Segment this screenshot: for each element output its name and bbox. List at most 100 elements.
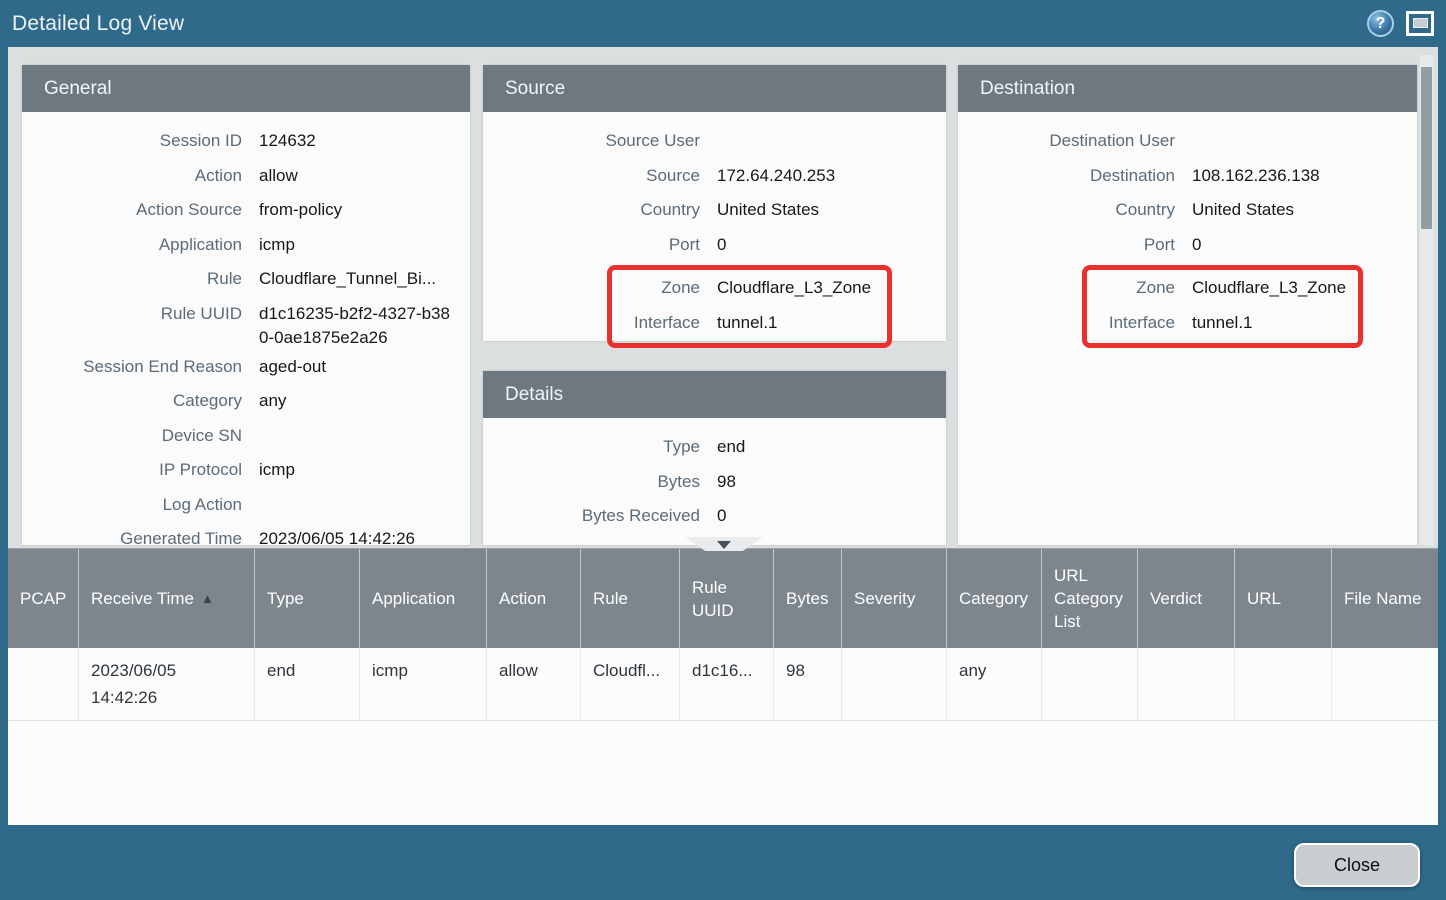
- table-cell: 2023/06/05 14:42:26: [79, 648, 255, 721]
- detailed-log-view-dialog: Detailed Log View ? General Session ID 12…: [0, 0, 1446, 900]
- column-header-label: Action: [499, 587, 546, 610]
- dialog-footer: Close: [0, 825, 1446, 900]
- field-value: Cloudflare_Tunnel_Bi...: [259, 267, 458, 291]
- field-row: Bytes98: [495, 465, 934, 500]
- column-header-category[interactable]: Category: [947, 549, 1042, 648]
- field-label: Interface: [1087, 311, 1175, 335]
- field-row: Destination User: [970, 124, 1405, 159]
- field-value: Cloudflare_L3_Zone: [717, 276, 887, 300]
- column-header-verdict[interactable]: Verdict: [1138, 549, 1235, 648]
- column-header-severity[interactable]: Severity: [842, 549, 947, 648]
- column-header-action[interactable]: Action: [487, 549, 581, 648]
- table-cell: end: [255, 648, 360, 721]
- field-row: Bytes Received 0: [495, 499, 934, 534]
- source-panel-fields: Source User Source 172.64.240.253 CountryUn…: [483, 112, 946, 351]
- source-panel: Source Source UserSource 172.64.240.253Co…: [483, 65, 946, 341]
- field-row: Destination 108.162.236.138: [970, 159, 1405, 194]
- help-icon[interactable]: ?: [1367, 10, 1394, 37]
- field-value: 108.162.236.138: [1192, 164, 1405, 188]
- column-header-file-name[interactable]: File Name: [1332, 549, 1438, 648]
- field-row: Device SN: [34, 419, 458, 454]
- field-row: ZoneCloudflare_L3_Zone: [612, 271, 887, 306]
- field-row: Source 172.64.240.253: [495, 159, 934, 194]
- column-header-url[interactable]: URL: [1235, 549, 1332, 648]
- field-value: icmp: [259, 458, 458, 482]
- field-label: Type: [495, 435, 700, 459]
- destination-panel-fields: Destination User Destination 108.162.236.1…: [958, 112, 1417, 351]
- field-row: Session ID 124632: [34, 124, 458, 159]
- field-row: CountryUnited States: [970, 193, 1405, 228]
- field-value: Cloudflare_L3_Zone: [1192, 276, 1358, 300]
- field-label: Device SN: [34, 424, 242, 448]
- field-row: Action Sourcefrom-policy: [34, 193, 458, 228]
- general-panel-header: General: [22, 65, 470, 112]
- field-row: IP Protocolicmp: [34, 453, 458, 488]
- field-row: Interface tunnel.1: [1087, 306, 1358, 341]
- column-header-application[interactable]: Application: [360, 549, 487, 648]
- column-header-pcap[interactable]: PCAP: [8, 549, 79, 648]
- field-row: Source User: [495, 124, 934, 159]
- table-cell: 98: [774, 648, 842, 721]
- field-value: 172.64.240.253: [717, 164, 934, 188]
- table-cell: icmp: [360, 648, 487, 721]
- sort-ascending-icon: ▲: [201, 587, 214, 610]
- titlebar-icons: ?: [1367, 10, 1434, 37]
- close-button[interactable]: Close: [1294, 843, 1420, 887]
- field-label: Source: [495, 164, 700, 188]
- field-row: Rule Cloudflare_Tunnel_Bi...: [34, 262, 458, 297]
- maximize-icon[interactable]: [1406, 11, 1434, 36]
- field-value: aged-out: [259, 355, 458, 379]
- table-row[interactable]: 2023/06/05 14:42:26endicmpallowCloudfl..…: [8, 648, 1438, 721]
- field-label: Bytes Received: [495, 504, 700, 528]
- field-row: Typeend: [495, 430, 934, 465]
- field-value: 124632: [259, 129, 458, 153]
- destination-panel-header: Destination: [958, 65, 1417, 112]
- field-row: CountryUnited States: [495, 193, 934, 228]
- field-value: 0: [1192, 233, 1405, 257]
- detail-area-scrollbar[interactable]: [1420, 55, 1433, 545]
- table-cell: d1c16...: [680, 648, 774, 721]
- details-panel: Details TypeendBytes98Bytes Received0: [483, 371, 946, 545]
- log-table-header: PCAP Receive Time ▲ TypeApplication Action Ru…: [8, 548, 1438, 648]
- field-label: Rule: [34, 267, 242, 291]
- field-row: Categoryany: [34, 384, 458, 419]
- field-value: tunnel.1: [717, 311, 887, 335]
- column-header-url-category-list[interactable]: URL Category List: [1042, 549, 1138, 648]
- field-value: tunnel.1: [1192, 311, 1358, 335]
- column-header-bytes[interactable]: Bytes: [774, 549, 842, 648]
- field-row: Interface tunnel.1: [612, 306, 887, 341]
- table-cell: any: [947, 648, 1042, 721]
- collapse-triangle-icon: [717, 541, 731, 549]
- field-label: Interface: [612, 311, 700, 335]
- column-header-rule[interactable]: Rule: [581, 549, 680, 648]
- column-header-receive-time[interactable]: Receive Time ▲: [79, 549, 255, 648]
- column-header-label: File Name: [1344, 587, 1421, 610]
- field-label: Destination: [970, 164, 1175, 188]
- table-cell: [1138, 648, 1235, 721]
- general-panel-fields: Session ID 124632 ActionallowAction Source…: [22, 112, 470, 545]
- red-highlight-annotation: ZoneCloudflare_L3_Zone Interface tunnel.1: [607, 265, 892, 348]
- field-value: d1c16235-b2f2-4327-b380-0ae1875e2a26: [259, 302, 458, 350]
- column-header-label: Category: [959, 587, 1028, 610]
- details-panel-fields: TypeendBytes98Bytes Received0: [483, 418, 946, 545]
- titlebar: Detailed Log View ?: [0, 0, 1446, 47]
- field-row: Actionallow: [34, 159, 458, 194]
- field-label: Session ID: [34, 129, 242, 153]
- column-header-label: PCAP: [20, 587, 66, 610]
- column-header-type[interactable]: Type: [255, 549, 360, 648]
- general-panel: General Session ID 124632 ActionallowActio…: [22, 65, 470, 545]
- scrollbar-thumb[interactable]: [1421, 67, 1432, 229]
- column-header-rule-uuid[interactable]: Rule UUID: [680, 549, 774, 648]
- field-label: Bytes: [495, 470, 700, 494]
- column-header-label: Receive Time: [91, 587, 194, 610]
- table-cell: [1332, 648, 1438, 721]
- field-row: Log Action: [34, 488, 458, 523]
- field-value: 0: [717, 504, 934, 528]
- field-value: end: [717, 435, 934, 459]
- field-label: Country: [970, 198, 1175, 222]
- field-row: Session End Reasonaged-out: [34, 350, 458, 385]
- table-cell: [1042, 648, 1138, 721]
- column-header-label: Verdict: [1150, 587, 1202, 610]
- field-label: Action: [34, 164, 242, 188]
- table-cell: Cloudfl...: [581, 648, 680, 721]
